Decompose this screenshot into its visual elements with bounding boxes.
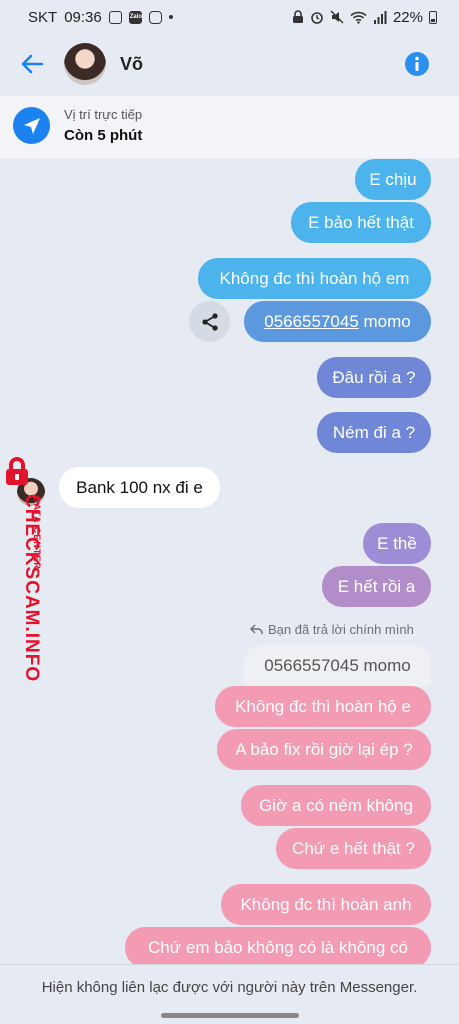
message-bubble-sent[interactable]: E bảo hết thật (291, 202, 431, 243)
live-location-remaining: Còn 5 phút (64, 127, 143, 144)
contact-name[interactable]: Võ (120, 54, 143, 75)
clock: 09:36 (64, 8, 102, 26)
signal-icon (373, 10, 387, 24)
gallery-notification-icon (108, 10, 122, 24)
share-icon (201, 312, 218, 331)
more-notifications-icon (168, 15, 173, 19)
message-bubble-sent[interactable]: Chứ em bảo không có là không có (125, 927, 431, 968)
message-bubble-received[interactable]: Bank 100 nx đi e (59, 467, 220, 508)
message-bubble-sent[interactable]: Không đc thì hoàn hộ e (215, 686, 431, 727)
instagram-notification-icon (148, 10, 162, 24)
live-location-title: Vị trí trực tiếp (64, 107, 143, 122)
carrier-label: SKT (28, 8, 58, 26)
message-bubble-sent[interactable]: Chứ e hết thật ? (276, 828, 431, 869)
unavailable-notice: Hiện không liên lạc được với người này t… (41, 979, 418, 996)
live-location-banner[interactable]: Vị trí trực tiếp Còn 5 phút (0, 96, 459, 158)
message-bubble-sent[interactable]: Đâu rồi a ? (317, 357, 431, 398)
lock-icon (292, 10, 303, 23)
reply-indicator-text: Bạn đã trả lời chính mình (268, 622, 414, 637)
padlock-icon (6, 457, 28, 485)
reply-indicator: Bạn đã trả lời chính mình (250, 622, 414, 637)
contact-avatar[interactable] (64, 43, 106, 85)
checkscam-watermark: CHECKSCAM.INFO DATA CENTER (2, 456, 46, 682)
status-bar: SKT 09:36 Zalo 22% (0, 0, 459, 34)
quoted-message[interactable]: 0566557045 momo (244, 645, 431, 686)
wifi-icon (350, 11, 367, 24)
reply-arrow-icon (250, 624, 263, 634)
message-bubble-sent[interactable]: Không đc thì hoàn hộ em (198, 258, 431, 299)
battery-icon (429, 10, 437, 24)
location-arrow-icon (13, 107, 50, 144)
phone-number-link[interactable]: 0566557045 (264, 312, 359, 331)
message-bubble-sent[interactable]: Giờ a có ném không (241, 785, 431, 826)
watermark-sub-text: DATA CENTER (32, 496, 42, 570)
mute-icon (330, 10, 344, 24)
back-arrow-icon[interactable] (18, 50, 46, 78)
alarm-icon (311, 12, 323, 24)
message-bubble-sent[interactable]: E thề (363, 523, 431, 564)
messenger-unavailable-footer: Hiện không liên lạc được với người này t… (0, 964, 459, 1024)
battery-percent: 22% (392, 8, 423, 26)
message-bubble-sent[interactable]: E hết rồi a (322, 566, 431, 607)
home-indicator[interactable] (161, 1013, 299, 1018)
info-icon[interactable] (405, 52, 429, 76)
message-bubble-sent-phone[interactable]: 0566557045 momo (244, 301, 431, 342)
message-suffix: momo (358, 312, 411, 331)
conversation-header: Võ (0, 34, 459, 96)
message-bubble-sent[interactable]: A bảo fix rồi giờ lại ép ? (217, 729, 431, 770)
message-bubble-sent[interactable]: E chịu (355, 159, 431, 200)
message-bubble-sent[interactable]: Ném đi a ? (317, 412, 431, 453)
zalo-notification-icon: Zalo (128, 10, 142, 24)
message-bubble-sent[interactable]: Không đc thì hoàn anh (221, 884, 431, 925)
share-button[interactable] (189, 301, 230, 342)
